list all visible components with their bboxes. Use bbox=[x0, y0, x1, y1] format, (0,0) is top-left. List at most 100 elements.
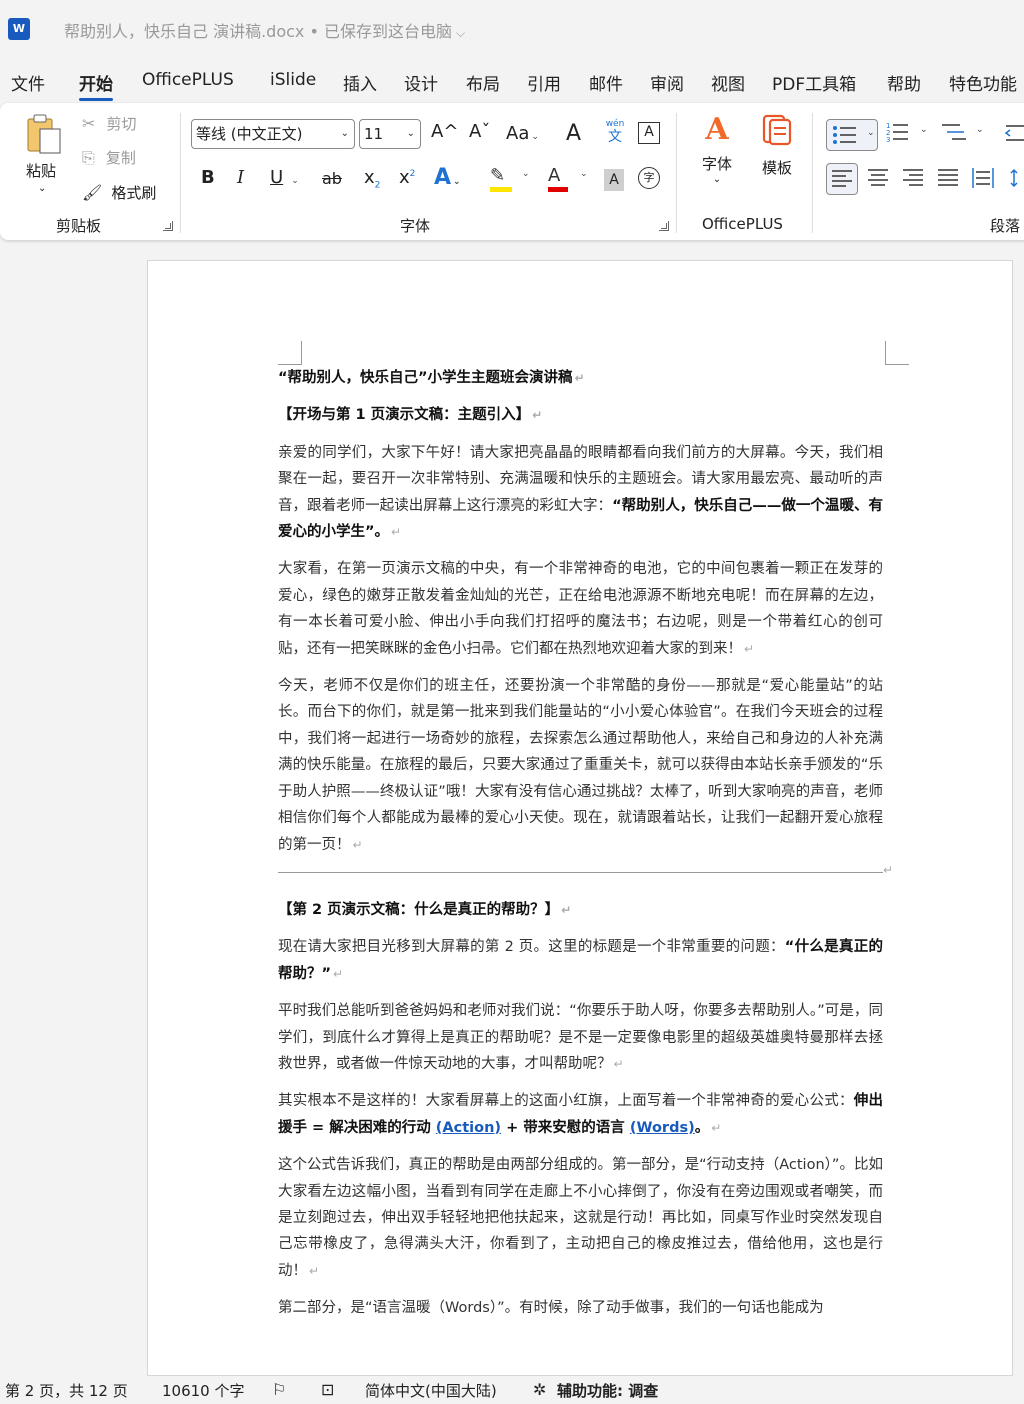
document-title-text: 帮助别人，快乐自己 演讲稿.docx • 已保存到这台电脑 bbox=[64, 22, 452, 41]
superscript-button[interactable]: x2 bbox=[399, 167, 415, 188]
align-right-icon bbox=[903, 169, 923, 186]
section-heading[interactable]: 【开场与第 1 页演示文稿：主题引入】 ↵ bbox=[278, 402, 883, 428]
tab-home[interactable]: 开始 bbox=[79, 70, 113, 101]
officeplus-template-label: 模板 bbox=[761, 159, 792, 177]
line-spacing-button[interactable] bbox=[1010, 168, 1024, 190]
shrink-font-button[interactable]: Aˇ bbox=[469, 121, 490, 142]
tab-view[interactable]: 视图 bbox=[711, 70, 745, 95]
chevron-down-icon[interactable]: ⌵ bbox=[456, 26, 465, 41]
strikethrough-button[interactable]: ab bbox=[322, 169, 342, 188]
character-border-button[interactable]: A bbox=[638, 122, 660, 144]
copy-label: 复制 bbox=[105, 149, 136, 167]
change-case-button[interactable]: Aa ⌄ bbox=[506, 123, 539, 144]
document-page[interactable]: “帮助别人，快乐自己”小学生主题班会演讲稿 ↵ 【开场与第 1 页演示文稿：主题引… bbox=[147, 260, 1013, 1376]
paragraph-mark: ↵ bbox=[744, 641, 755, 656]
tab-islide[interactable]: iSlide bbox=[270, 70, 316, 90]
tab-pdf-toolbox[interactable]: PDF工具箱 bbox=[772, 70, 856, 95]
enclose-characters-icon: 字 bbox=[643, 171, 655, 184]
text-effects-icon: A bbox=[434, 165, 452, 190]
highlighter-icon: ✎ bbox=[490, 165, 506, 186]
text-effects-button[interactable]: A ⌄ bbox=[434, 165, 461, 190]
multilevel-list-button[interactable]: ⌄ bbox=[942, 121, 988, 149]
body-paragraph[interactable]: 这个公式告诉我们，真正的帮助是由两部分组成的。第一部分，是“行动支持（Actio… bbox=[278, 1152, 883, 1284]
format-painter-button[interactable]: 🖌 格式刷 bbox=[82, 182, 156, 206]
decrease-indent-button[interactable] bbox=[1004, 123, 1024, 147]
language-status[interactable]: 简体中文(中国大陆) bbox=[365, 1380, 497, 1401]
chevron-down-icon: ⌄ bbox=[531, 132, 539, 142]
group-divider bbox=[812, 113, 813, 233]
accessibility-icon[interactable]: ✲ bbox=[533, 1380, 546, 1399]
paragraph-mark: ↵ bbox=[309, 1263, 320, 1278]
italic-button[interactable]: I bbox=[237, 167, 244, 188]
underlined-text: (Words) bbox=[629, 1119, 695, 1136]
document-title[interactable]: 帮助别人，快乐自己 演讲稿.docx • 已保存到这台电脑 ⌵ bbox=[64, 18, 465, 42]
paste-dropdown-icon[interactable]: ⌄ bbox=[38, 183, 46, 194]
word-count-status[interactable]: 10610 个字 bbox=[162, 1380, 245, 1401]
align-center-button[interactable] bbox=[867, 168, 891, 190]
text-predictions-icon[interactable]: ⊡ bbox=[321, 1380, 334, 1399]
highlight-color-button[interactable]: ✎ ⌄ bbox=[490, 165, 530, 193]
paragraph-mark: ↵ bbox=[352, 837, 363, 852]
accessibility-status[interactable]: 辅助功能: 调查 bbox=[557, 1380, 658, 1401]
body-paragraph[interactable]: 平时我们总能听到爸爸妈妈和老师对我们说：“你要乐于助人呀，你要多去帮助别人。”可… bbox=[278, 998, 883, 1077]
paste-button[interactable]: 粘贴 ⌄ bbox=[24, 113, 66, 203]
body-paragraph[interactable]: 亲爱的同学们，大家下午好！请大家把亮晶晶的眼睛都看向我们前方的大屏幕。今天，我们… bbox=[278, 440, 883, 546]
font-color-button[interactable]: A ⌄ bbox=[548, 165, 588, 193]
font-name-value: 等线 (中文正文) bbox=[196, 125, 303, 143]
tab-file[interactable]: 文件 bbox=[11, 70, 45, 95]
body-paragraph[interactable]: 大家看，在第一页演示文稿的中央，有一个非常神奇的电池，它的中间包裹着一颗正在发芽… bbox=[278, 556, 883, 662]
template-icon bbox=[762, 114, 792, 146]
grow-font-button[interactable]: A^ bbox=[431, 121, 458, 142]
proofing-icon[interactable]: ⚐ bbox=[272, 1380, 286, 1399]
font-name-select[interactable]: 等线 (中文正文) ⌄ bbox=[191, 119, 355, 149]
numbering-button[interactable]: 1 2 3 ⌄ bbox=[886, 121, 932, 149]
font-dialog-launcher-icon[interactable] bbox=[659, 221, 669, 231]
cut-button[interactable]: ✂ 剪切 bbox=[82, 113, 137, 137]
tab-design[interactable]: 设计 bbox=[404, 70, 438, 95]
bullets-button[interactable]: ⌄ bbox=[826, 119, 878, 151]
phonetic-pinyin: wén bbox=[605, 119, 625, 129]
character-shading-button[interactable]: A bbox=[604, 169, 624, 191]
enclose-characters-button[interactable]: 字 bbox=[638, 167, 660, 189]
justify-button[interactable] bbox=[937, 168, 961, 190]
paragraph-text: 其实根本不是这样的！大家看屏幕上的这面小红旗，上面写着一个非常神奇的爱心公式： bbox=[278, 1093, 854, 1110]
tab-help[interactable]: 帮助 bbox=[887, 70, 921, 95]
tab-mailings[interactable]: 邮件 bbox=[589, 70, 623, 95]
line-spacing-icon bbox=[1010, 168, 1018, 188]
bold-button[interactable]: B bbox=[201, 167, 215, 188]
tab-features[interactable]: 特色功能 bbox=[949, 70, 1017, 95]
officeplus-template-button[interactable]: 模板 bbox=[757, 113, 797, 178]
section-heading[interactable]: 【第 2 页演示文稿：什么是真正的帮助？】 ↵ bbox=[278, 897, 883, 923]
status-bar: 第 2 页，共 12 页 10610 个字 ⚐ ⊡ 简体中文(中国大陆) ✲ 辅… bbox=[0, 1376, 1024, 1404]
italic-icon: I bbox=[237, 167, 245, 188]
body-paragraph[interactable]: 其实根本不是这样的！大家看屏幕上的这面小红旗，上面写着一个非常神奇的爱心公式：伸… bbox=[278, 1088, 883, 1141]
copy-icon: ⎘ bbox=[82, 148, 95, 167]
body-paragraph[interactable]: 今天，老师不仅是你们的班主任，还要扮演一个非常酷的身份——那就是“爱心能量站”的… bbox=[278, 673, 883, 858]
bullets-list-icon bbox=[833, 126, 856, 144]
clear-formatting-button[interactable]: A bbox=[566, 121, 581, 146]
copy-button[interactable]: ⎘ 复制 bbox=[82, 147, 136, 171]
page-count-status[interactable]: 第 2 页，共 12 页 bbox=[5, 1380, 128, 1401]
tab-officeplus[interactable]: OfficePLUS bbox=[142, 70, 234, 90]
document-body[interactable]: “帮助别人，快乐自己”小学生主题班会演讲稿 ↵ 【开场与第 1 页演示文稿：主题引… bbox=[278, 365, 893, 1333]
clipboard-dialog-launcher-icon[interactable] bbox=[163, 221, 173, 231]
align-left-button[interactable] bbox=[826, 163, 858, 195]
font-size-select[interactable]: 11 ⌄ bbox=[359, 119, 421, 149]
font-size-value: 11 bbox=[364, 125, 384, 143]
word-app-icon: W bbox=[8, 18, 34, 40]
tab-references[interactable]: 引用 bbox=[527, 70, 561, 95]
tab-review[interactable]: 审阅 bbox=[650, 70, 684, 95]
subscript-button[interactable]: x2 bbox=[364, 167, 380, 191]
officeplus-font-button[interactable]: A 字体 ⌄ bbox=[697, 113, 737, 186]
underline-button[interactable]: U ⌄ bbox=[270, 167, 299, 188]
body-paragraph[interactable]: 第二部分，是“语言温暖（Words）”。有时候，除了动手做事，我们的一句话也能成… bbox=[278, 1295, 883, 1321]
numbered-list-icon: 1 2 3 bbox=[886, 122, 908, 144]
chevron-down-icon: ⌄ bbox=[453, 177, 461, 187]
tab-insert[interactable]: 插入 bbox=[343, 70, 377, 95]
document-title-paragraph[interactable]: “帮助别人，快乐自己”小学生主题班会演讲稿 ↵ bbox=[278, 365, 883, 391]
align-right-button[interactable] bbox=[902, 168, 926, 190]
phonetic-guide-button[interactable]: wén 文 bbox=[603, 119, 627, 145]
distributed-button[interactable] bbox=[972, 168, 996, 190]
body-paragraph[interactable]: 现在请大家把目光移到大屏幕的第 2 页。这里的标题是一个非常重要的问题：“什么是… bbox=[278, 934, 883, 987]
tab-layout[interactable]: 布局 bbox=[466, 70, 500, 95]
